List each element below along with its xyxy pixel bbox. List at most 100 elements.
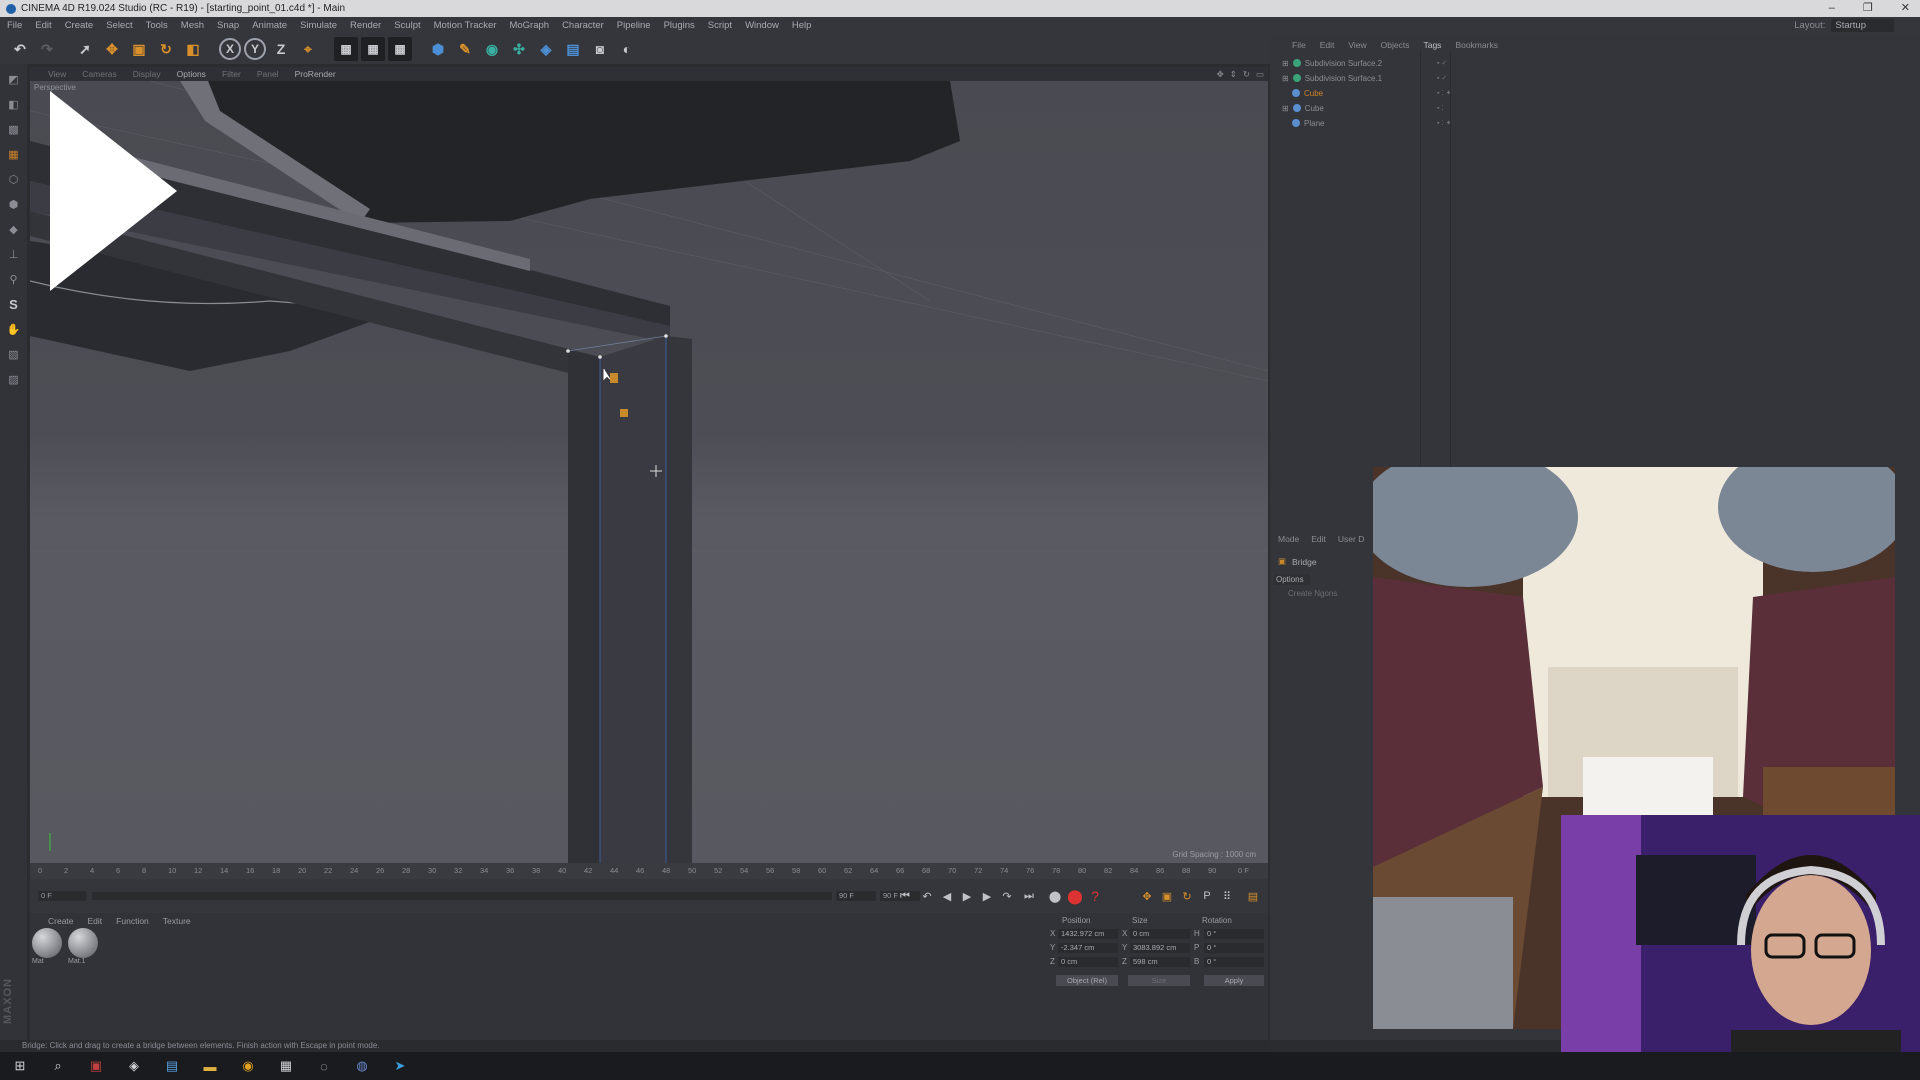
cinema4d-icon[interactable]: ◍ — [352, 1056, 372, 1076]
locked-workplane-icon[interactable]: ✋ — [4, 320, 23, 339]
camera-icon[interactable]: ◙ — [588, 37, 612, 61]
viewport-menu-display[interactable]: Display — [133, 69, 161, 79]
telegram-icon[interactable]: ➤ — [390, 1056, 410, 1076]
object-row-selected[interactable]: Cube ▪ ⁚ ✦ — [1292, 86, 1472, 100]
apply-button[interactable]: Apply — [1204, 975, 1264, 986]
grid-icon[interactable]: ▧ — [4, 345, 23, 364]
visibility-flags[interactable]: ▪ ⁚ ✦ — [1437, 89, 1451, 97]
current-frame-field[interactable]: 0 F — [38, 891, 86, 901]
menu-help[interactable]: Help — [792, 20, 812, 31]
previous-key-icon[interactable]: ↶ — [918, 887, 936, 905]
video-play-button[interactable] — [30, 81, 180, 301]
object-row[interactable]: ⊞ Subdivision Surface.1 ▪ ✓ — [1282, 71, 1462, 85]
maximize-view-icon[interactable]: ▭ — [1256, 69, 1264, 80]
mat-menu-edit[interactable]: Edit — [88, 916, 103, 926]
viewport-menu-filter[interactable]: Filter — [222, 69, 241, 79]
end-frame-field[interactable]: 90 F — [836, 891, 876, 901]
close-button[interactable]: ✕ — [1901, 0, 1910, 17]
rotate-icon[interactable]: ↻ — [154, 37, 178, 61]
parameter-key-icon[interactable]: P — [1198, 887, 1216, 905]
viewport-menu-view[interactable]: View — [48, 69, 66, 79]
viewport-menu-prorender[interactable]: ProRender — [295, 69, 336, 79]
scale-icon[interactable]: ▣ — [127, 37, 151, 61]
play-forward-icon[interactable]: ▶ — [958, 887, 976, 905]
make-editable-icon[interactable]: ◩ — [4, 70, 23, 89]
menu-window[interactable]: Window — [745, 20, 779, 31]
menu-edit[interactable]: Edit — [35, 20, 51, 31]
size-y-field[interactable]: 3083.892 cm — [1130, 943, 1190, 953]
menu-motion-tracker[interactable]: Motion Tracker — [434, 20, 497, 31]
position-y-field[interactable]: -2.347 cm — [1058, 943, 1118, 953]
z-axis-lock-icon[interactable]: Z — [269, 37, 293, 61]
pan-icon[interactable]: ✥ — [1217, 69, 1224, 80]
go-to-start-icon[interactable]: ⏮ — [896, 887, 914, 905]
windows-start-icon[interactable]: ⊞ — [10, 1056, 30, 1076]
app-icon[interactable]: ◌ — [314, 1056, 334, 1076]
x-axis-lock-icon[interactable]: X — [219, 38, 241, 60]
select-arrow-icon[interactable]: ➚ — [73, 37, 97, 61]
visibility-flags[interactable]: ▪ ⁚ — [1437, 104, 1444, 112]
size-x-field[interactable]: 0 cm — [1130, 929, 1190, 939]
go-to-end-icon[interactable]: ⏭ — [1020, 887, 1038, 905]
menu-sculpt[interactable]: Sculpt — [394, 20, 420, 31]
options-tab[interactable]: Options — [1274, 574, 1310, 585]
menu-file[interactable]: File — [7, 20, 22, 31]
polygons-mode-icon[interactable]: ◆ — [4, 220, 23, 239]
menu-pipeline[interactable]: Pipeline — [617, 20, 651, 31]
expand-icon[interactable]: ⊞ — [1282, 104, 1289, 113]
position-key-icon[interactable]: ✥ — [1138, 887, 1156, 905]
solo-icon[interactable]: ▨ — [4, 370, 23, 389]
previous-frame-icon[interactable]: ◀ — [938, 887, 956, 905]
vertex-point[interactable] — [598, 355, 602, 359]
chrome-icon[interactable]: ◉ — [238, 1056, 258, 1076]
render-view-icon[interactable]: ▦ — [334, 37, 358, 61]
material-swatch[interactable]: Mat — [32, 928, 64, 965]
app-icon[interactable]: ▤ — [162, 1056, 182, 1076]
search-icon[interactable]: ⌕ — [48, 1056, 68, 1076]
vertex-point[interactable] — [664, 334, 668, 338]
tweak-mode-icon[interactable]: ⚲ — [4, 270, 23, 289]
menu-plugins[interactable]: Plugins — [664, 20, 695, 31]
axis-mode-icon[interactable]: ⊥ — [4, 245, 23, 264]
points-mode-icon[interactable]: ⬡ — [4, 170, 23, 189]
snapping-icon[interactable]: S — [4, 295, 23, 314]
viewport-menu-options[interactable]: Options — [177, 69, 206, 79]
obj-menu-edit[interactable]: Edit — [1320, 40, 1335, 51]
scale-key-icon[interactable]: ▣ — [1158, 887, 1176, 905]
app-icon[interactable]: ▣ — [86, 1056, 106, 1076]
mat-menu-function[interactable]: Function — [116, 916, 149, 926]
floor-scene-icon[interactable]: ▤ — [561, 37, 585, 61]
recent-tools-icon[interactable]: ◧ — [181, 37, 205, 61]
keyframe-selection-icon[interactable]: ? — [1086, 887, 1104, 905]
edges-mode-icon[interactable]: ⬢ — [4, 195, 23, 214]
menu-tools[interactable]: Tools — [146, 20, 168, 31]
pen-spline-icon[interactable]: ✎ — [453, 37, 477, 61]
visibility-flags[interactable]: ▪ ✓ — [1437, 74, 1447, 82]
menu-simulate[interactable]: Simulate — [300, 20, 337, 31]
point-level-icon[interactable]: ⠿ — [1218, 887, 1236, 905]
menu-select[interactable]: Select — [106, 20, 132, 31]
model-mode-icon[interactable]: ◧ — [4, 95, 23, 114]
obj-menu-view[interactable]: View — [1348, 40, 1366, 51]
expand-icon[interactable]: ⊞ — [1282, 74, 1289, 83]
move-icon[interactable]: ✥ — [100, 37, 124, 61]
expand-icon[interactable]: ⊞ — [1282, 59, 1289, 68]
deformer-icon[interactable]: ◈ — [534, 37, 558, 61]
cube-primitive-icon[interactable]: ⬢ — [426, 37, 450, 61]
y-axis-lock-icon[interactable]: Y — [244, 38, 266, 60]
app-icon[interactable]: ◈ — [124, 1056, 144, 1076]
rotation-h-field[interactable]: 0 ° — [1204, 929, 1264, 939]
coordinate-system-icon[interactable]: ⌖ — [296, 37, 320, 61]
menu-create[interactable]: Create — [65, 20, 94, 31]
mat-menu-texture[interactable]: Texture — [163, 916, 191, 926]
subdivision-surface-icon[interactable]: ◉ — [480, 37, 504, 61]
size-mode-dropdown[interactable]: Size — [1128, 975, 1190, 986]
light-icon[interactable]: ◐ — [615, 37, 639, 61]
dolly-icon[interactable]: ⇕ — [1230, 69, 1237, 80]
menu-animate[interactable]: Animate — [252, 20, 287, 31]
obj-menu-objects[interactable]: Objects — [1381, 40, 1410, 51]
next-frame-icon[interactable]: ▶ — [978, 887, 996, 905]
vertex-point[interactable] — [566, 349, 570, 353]
timeline-window-icon[interactable]: ▤ — [1244, 887, 1262, 905]
maximize-button[interactable]: ❐ — [1863, 0, 1873, 17]
